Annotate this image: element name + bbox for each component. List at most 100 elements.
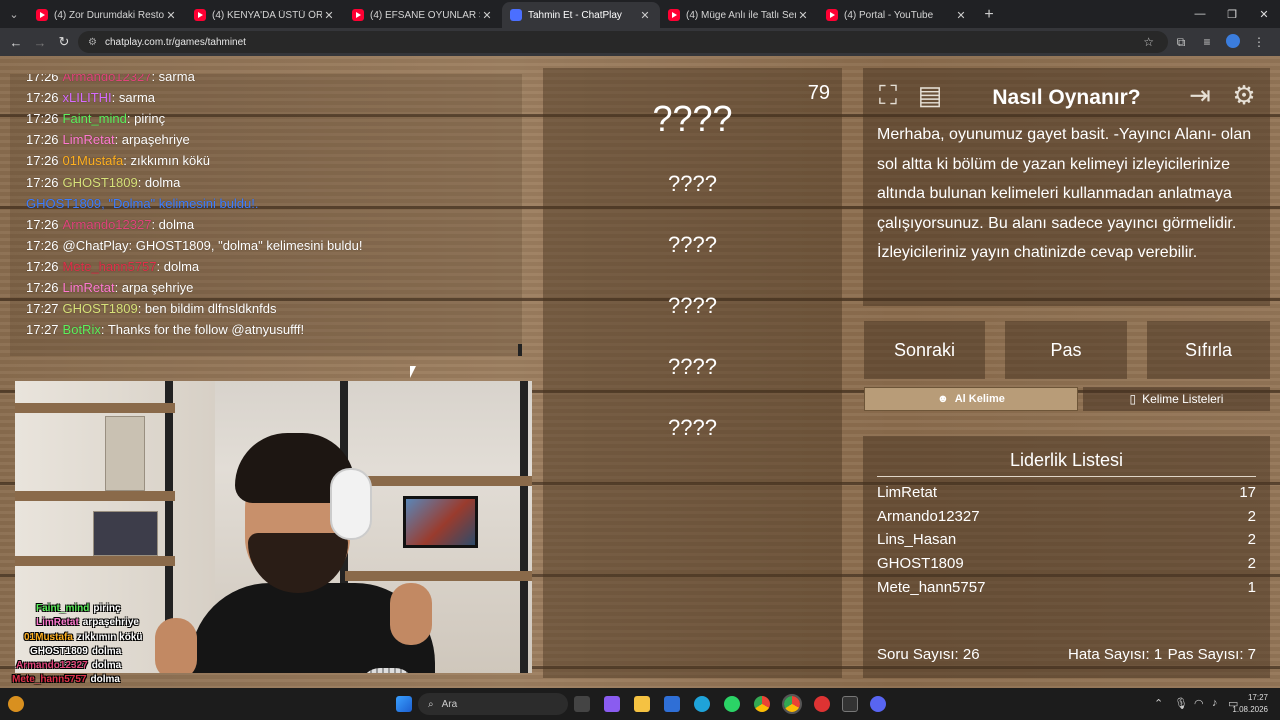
tab-title: (4) Zor Durumdaki Restoranlara bbox=[54, 9, 164, 21]
minimize-icon[interactable]: — bbox=[1184, 0, 1216, 28]
chat-text: @ChatPlay: GHOST1809, "dolma" kelimesini… bbox=[62, 237, 363, 253]
chatplay-icon bbox=[510, 9, 522, 21]
file-explorer-icon[interactable] bbox=[634, 696, 650, 712]
overlay-username: LimRetat bbox=[36, 617, 79, 628]
bookmark-star-icon[interactable]: ☆ bbox=[1143, 35, 1154, 49]
close-tab-icon[interactable]: ✕ bbox=[954, 9, 968, 22]
ai-word-button[interactable]: ☻ Al Kelime bbox=[864, 387, 1078, 411]
chat-time: 17:26 bbox=[26, 280, 59, 295]
next-button[interactable]: Sonraki bbox=[864, 321, 985, 379]
chat-time: 17:26 bbox=[26, 153, 59, 169]
chat-message: GHOST1809, "Dolma" kelimesini buldu!. bbox=[26, 196, 259, 217]
site-info-icon[interactable]: ⚙ bbox=[88, 37, 97, 48]
chat-username[interactable]: Armando12327 bbox=[63, 217, 152, 232]
chat-username[interactable]: Mete_hann5757 bbox=[63, 259, 157, 274]
wifi-icon[interactable]: ◠ bbox=[1194, 697, 1204, 710]
overlay-chat-message: Faint_mind pirinç bbox=[36, 603, 121, 614]
extensions-icon[interactable]: ⧉ bbox=[1168, 35, 1194, 50]
chrome-icon[interactable] bbox=[754, 696, 770, 712]
restore-icon[interactable]: ❐ bbox=[1216, 0, 1248, 28]
close-window-icon[interactable]: ✕ bbox=[1248, 0, 1280, 28]
forbidden-word: ???? bbox=[668, 293, 717, 318]
chat-username[interactable]: LimRetat bbox=[63, 280, 115, 295]
robot-icon: ☻ bbox=[937, 393, 949, 405]
tab-title: (4) Portal - YouTube bbox=[844, 9, 934, 21]
address-bar[interactable]: ⚙ chatplay.com.tr/games/tahminet ☆ bbox=[78, 31, 1168, 53]
store-icon[interactable] bbox=[664, 696, 680, 712]
chat-username[interactable]: Armando12327 bbox=[63, 74, 152, 84]
volume-icon[interactable]: ♪ bbox=[1212, 697, 1218, 709]
close-tab-icon[interactable]: ✕ bbox=[480, 9, 494, 22]
tray-chevron-icon[interactable]: ⌃ bbox=[1154, 697, 1163, 710]
search-icon: ⌕ bbox=[428, 698, 434, 710]
obs-icon[interactable] bbox=[814, 696, 830, 712]
game-page: 17:27 BotRix: Thanks for the follow @atny… bbox=[0, 56, 1280, 688]
how-to-play-title: Nasıl Oynanır? bbox=[992, 86, 1141, 109]
stream-chat-panel[interactable]: 17:27 BotRix: Thanks for the follow @atny… bbox=[10, 74, 522, 356]
start-icon[interactable] bbox=[396, 696, 412, 712]
overlay-text: pirinç bbox=[93, 603, 121, 614]
chat-username[interactable]: BotRix bbox=[63, 322, 101, 337]
leaderboard-name: Armando12327 bbox=[877, 507, 980, 525]
overlay-chat-message: 01Mustafa zıkkımın kökü bbox=[24, 632, 142, 643]
forward-icon[interactable]: → bbox=[28, 35, 52, 50]
close-tab-icon[interactable]: ✕ bbox=[796, 9, 810, 22]
whatsapp-icon[interactable] bbox=[724, 696, 740, 712]
chat-message: 17:26 Armando12327: sarma bbox=[26, 74, 195, 90]
chrome-active-icon[interactable] bbox=[782, 694, 802, 714]
word-lists-button[interactable]: ▯ Kelime Listeleri bbox=[1083, 387, 1270, 411]
task-view-icon[interactable] bbox=[574, 696, 590, 712]
close-tab-icon[interactable]: ✕ bbox=[164, 9, 178, 22]
leaderboard-name: Mete_hann5757 bbox=[877, 578, 986, 596]
chat-username[interactable]: Faint_mind bbox=[63, 111, 127, 126]
profile-avatar[interactable] bbox=[1220, 33, 1246, 51]
window-controls: — ❐ ✕ bbox=[1184, 0, 1280, 28]
leaderboard-score: 2 bbox=[1247, 531, 1256, 549]
chat-username[interactable]: GHOST1809 bbox=[63, 301, 138, 316]
pass-button[interactable]: Pas bbox=[1005, 321, 1127, 379]
chat-username[interactable]: xLILITHI bbox=[63, 90, 112, 105]
close-tab-icon[interactable]: ✕ bbox=[322, 9, 336, 22]
discord-icon[interactable] bbox=[870, 696, 886, 712]
terminal-icon[interactable] bbox=[842, 696, 858, 712]
weather-icon[interactable] bbox=[8, 696, 24, 712]
leaderboard-divider bbox=[877, 476, 1256, 477]
edge-icon[interactable] bbox=[694, 696, 710, 712]
mouse-cursor bbox=[410, 366, 416, 378]
browser-tab[interactable]: (4) EFSANE OYUNLAR SERİSİ - ✕ bbox=[344, 2, 502, 28]
browser-tab[interactable]: (4) Müge Anlı ile Tatlı Sert - You✕ bbox=[660, 2, 818, 28]
browser-tab[interactable]: (4) Portal - YouTube ✕ bbox=[818, 2, 976, 28]
tab-search-icon[interactable]: ⌄ bbox=[0, 0, 28, 28]
browser-tab[interactable]: (4) Zor Durumdaki Restoranlara✕ bbox=[28, 2, 186, 28]
reset-button[interactable]: Sıfırla bbox=[1147, 321, 1270, 379]
reading-list-icon[interactable]: ≡ bbox=[1194, 35, 1220, 49]
clock[interactable]: 17:27 1.08.2026 bbox=[1232, 692, 1268, 716]
overlay-text: dolma bbox=[91, 660, 122, 671]
reload-icon[interactable]: ↻ bbox=[52, 34, 76, 50]
shelf-board bbox=[15, 491, 175, 501]
microphone-tray-icon[interactable]: 🎙 bbox=[1174, 697, 1188, 710]
overlay-text: dolma bbox=[90, 674, 120, 685]
leaderboard-name: Lins_Hasan bbox=[877, 531, 957, 549]
chat-username[interactable]: 01Mustafa bbox=[63, 153, 124, 168]
taskbar-search[interactable]: ⌕ Ara bbox=[418, 693, 568, 715]
copilot-icon[interactable] bbox=[604, 696, 620, 712]
chat-text: : arpa şehriye bbox=[114, 280, 194, 295]
new-tab-button[interactable]: + bbox=[976, 2, 1002, 28]
youtube-icon bbox=[826, 9, 838, 21]
chat-scrollbar[interactable] bbox=[518, 344, 522, 356]
leaderboard-name: GHOST1809 bbox=[877, 555, 964, 573]
chat-username[interactable]: GHOST1809 bbox=[63, 175, 138, 190]
youtube-icon bbox=[194, 9, 206, 21]
browser-menu-icon[interactable]: ⋮ bbox=[1246, 35, 1272, 49]
back-icon[interactable]: ← bbox=[4, 35, 28, 50]
tab-title: (4) KENYA'DA ÜSTÜ ÖRTÜLEN İ bbox=[212, 9, 322, 21]
browser-tab[interactable]: (4) KENYA'DA ÜSTÜ ÖRTÜLEN İ✕ bbox=[186, 2, 344, 28]
chat-username[interactable]: LimRetat bbox=[63, 132, 115, 147]
close-tab-icon[interactable]: ✕ bbox=[638, 9, 652, 22]
chat-username[interactable]: GHOST1809, "Dolma" kelimesini buldu!. bbox=[26, 196, 259, 211]
clock-time: 17:27 bbox=[1247, 693, 1268, 702]
url-text: chatplay.com.tr/games/tahminet bbox=[104, 36, 246, 48]
overlay-text: arpaşehriye bbox=[82, 617, 139, 628]
browser-tab[interactable]: Tahmin Et - ChatPlay ✕ bbox=[502, 2, 660, 28]
